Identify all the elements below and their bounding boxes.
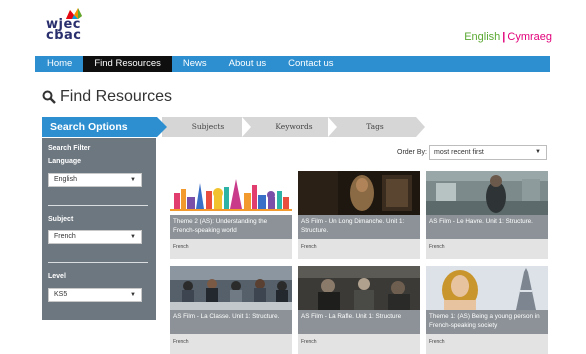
resource-tag: French [170,239,292,259]
nav-news[interactable]: News [172,56,218,72]
chevron-down-icon: ▼ [130,177,136,183]
resource-title: AS Film - La Classe. Unit 1: Structure. [170,310,292,334]
chevron-down-icon: ▼ [130,234,136,240]
search-icon [42,90,56,104]
resource-thumbnail [426,266,548,310]
logo[interactable]: wjec cbac [46,18,82,43]
step-tags-arrow [416,117,425,137]
page-title-text: Find Resources [60,88,173,105]
search-filter-title: Search Filter [48,145,91,152]
english-link[interactable]: English [464,31,500,43]
language-separator: | [502,31,506,43]
order-by-value: most recent first [434,149,484,156]
step-subjects[interactable]: Subjects [162,117,254,137]
resource-tag: French [170,334,292,354]
resource-card[interactable]: AS Film - Un Long Dimanche. Unit 1: Stru… [298,171,420,259]
step-divider [242,117,251,137]
level-label: Level [48,273,66,280]
level-select-value: KS5 [54,291,68,298]
resource-tag: French [298,334,420,354]
nav-find-resources[interactable]: Find Resources [83,56,172,72]
search-options-tab[interactable]: Search Options [42,117,157,137]
step-divider [328,117,337,137]
main-nav: Home Find Resources News About us Contac… [35,56,550,72]
page-title: Find Resources [42,88,172,106]
language-select[interactable]: English ▼ [48,173,142,187]
search-steps: Subjects Keywords Tags Search Options [42,117,425,137]
logo-line2: cbac [46,28,82,43]
nav-home[interactable]: Home [35,56,83,72]
resource-card[interactable]: AS Film - La Classe. Unit 1: Structure. … [170,266,292,354]
resource-thumbnail [426,171,548,215]
language-label: Language [48,158,82,165]
resource-card[interactable]: Theme 1: (AS) Being a young person in Fr… [426,266,548,354]
order-by-select[interactable]: most recent first ▼ [429,145,547,160]
level-select[interactable]: KS5 ▼ [48,288,142,302]
resource-title: AS Film - Un Long Dimanche. Unit 1: Stru… [298,215,420,239]
resource-thumbnail [298,171,420,215]
chevron-down-icon: ▼ [130,292,136,298]
order-by-label: Order By: [397,149,427,156]
resource-tag: French [298,239,420,259]
search-options-arrow [157,117,167,137]
step-keywords[interactable]: Keywords [248,117,340,137]
resource-title: Theme 1: (AS) Being a young person in Fr… [426,310,548,334]
resource-card[interactable]: Theme 2 (AS): Understanding the French-s… [170,171,292,259]
resource-title: AS Film - La Rafle. Unit 1: Structure [298,310,420,334]
nav-contact-us[interactable]: Contact us [277,56,344,72]
resource-tag: French [426,239,548,259]
resource-card[interactable]: AS Film - Le Havre. Unit 1: Structure. F… [426,171,548,259]
resource-thumbnail [298,266,420,310]
resource-thumbnail [170,171,292,215]
resource-title: AS Film - Le Havre. Unit 1: Structure. [426,215,548,239]
subject-label: Subject [48,216,74,223]
resource-thumbnail [170,266,292,310]
language-select-value: English [54,176,77,183]
welsh-link[interactable]: Cymraeg [507,31,552,43]
chevron-down-icon: ▼ [535,149,541,155]
search-filter-panel: Search Filter Language English ▼ Subject… [42,138,156,320]
resource-title: Theme 2 (AS): Understanding the French-s… [170,215,292,239]
subject-select-value: French [54,233,76,240]
nav-about-us[interactable]: About us [218,56,278,72]
step-tags[interactable]: Tags [334,117,416,137]
divider [48,262,148,263]
subject-select[interactable]: French ▼ [48,230,142,244]
resource-tag: French [426,334,548,354]
resource-card[interactable]: AS Film - La Rafle. Unit 1: Structure Fr… [298,266,420,354]
language-switch: English | Cymraeg [464,31,552,43]
divider [48,205,148,206]
